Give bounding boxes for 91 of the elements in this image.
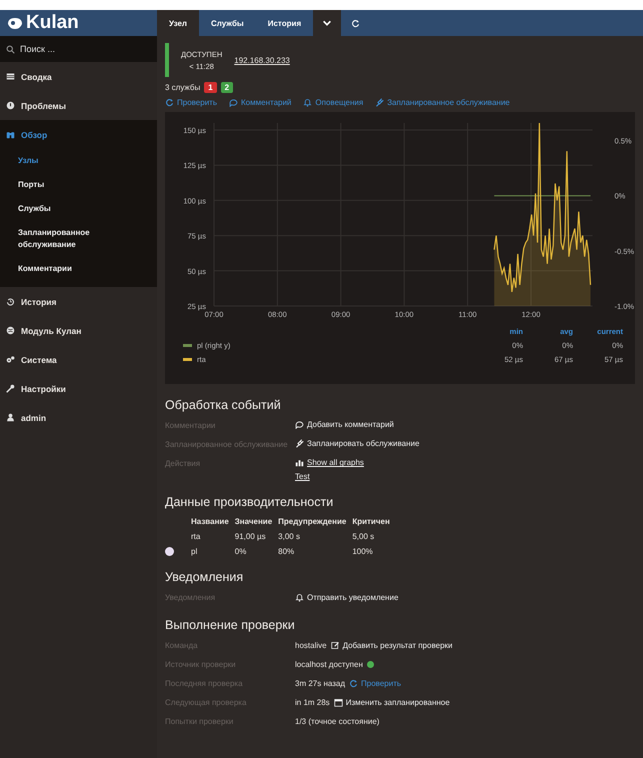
action-link[interactable]: Проверить: [349, 679, 402, 688]
action-link[interactable]: Show all graphs: [295, 458, 364, 468]
action-link[interactable]: Оповещения: [303, 98, 364, 107]
submenu-item[interactable]: Службы: [0, 197, 157, 221]
column-header: Название: [191, 517, 229, 526]
legend-swatch: [183, 344, 192, 347]
table-cell-text: 80%: [278, 547, 296, 556]
history-icon: [6, 297, 15, 306]
sidebar-item[interactable]: Обзор: [0, 120, 157, 149]
comment-icon: [229, 98, 238, 107]
section-title: Уведомления: [165, 570, 244, 584]
sidebar-item[interactable]: admin: [0, 403, 157, 432]
bar-chart-icon: [295, 458, 304, 468]
marker-dot[interactable]: [165, 547, 174, 556]
binoculars-icon: [6, 130, 15, 139]
user-icon: [6, 413, 15, 422]
chevron-icon: [322, 18, 332, 28]
submenu-item[interactable]: Запланированное обслуживание: [0, 221, 157, 257]
comment-icon: [295, 420, 304, 429]
logo-icon: [6, 15, 24, 31]
plug-icon: [295, 439, 304, 448]
globe-icon: [6, 326, 15, 335]
action-link[interactable]: Отправить уведомление: [295, 593, 398, 602]
calendar-icon: [334, 698, 343, 708]
sidebar-item[interactable]: Настройки: [0, 374, 157, 403]
column-header: Значение: [234, 517, 272, 526]
table-cell-text: 91,00 µs: [234, 532, 267, 542]
field-value: localhost доступен: [295, 660, 363, 669]
logo-text: Kulan: [26, 12, 79, 34]
count-badge[interactable]: 1: [204, 82, 217, 93]
grid-icon: [6, 72, 15, 81]
section-title: Выполнение проверки: [165, 618, 296, 632]
plug-icon: [375, 98, 384, 107]
gears-icon: [6, 355, 15, 364]
refresh-icon: [350, 18, 360, 28]
table-cell-text: 0%: [234, 547, 248, 556]
tab[interactable]: Службы: [198, 10, 256, 36]
column-header: Критичен: [352, 517, 390, 526]
sidebar-item[interactable]: История: [0, 287, 157, 316]
field-label: Следующая проверка: [165, 697, 248, 708]
sidebar-item[interactable]: Проблемы: [0, 91, 157, 120]
field-label: Источник проверки: [165, 658, 237, 670]
field-label: Комментарии: [165, 420, 216, 432]
sidebar-item[interactable]: Сводка: [0, 62, 157, 91]
tab[interactable]: Узел: [157, 10, 199, 36]
table-cell-text: 3,00 s: [278, 532, 301, 542]
bell-icon: [303, 98, 312, 107]
tab[interactable]: История: [256, 10, 314, 36]
table-cell-text: pl: [191, 547, 198, 556]
field-label: Запланированное обслуживание: [165, 439, 289, 450]
field-value: hostalive: [295, 640, 327, 650]
table-cell-text: 5,00 s: [352, 532, 376, 542]
action-link[interactable]: Запланированное обслуживание: [375, 98, 510, 107]
submenu-item[interactable]: Порты: [0, 173, 157, 197]
refresh-icon: [349, 679, 358, 688]
action-link[interactable]: Запланировать обслуживание: [295, 439, 420, 448]
action-link[interactable]: Test: [295, 472, 310, 482]
search-icon: [6, 44, 15, 54]
field-label: Команда: [165, 640, 199, 651]
field-label: Действия: [165, 458, 202, 470]
sidebar-item[interactable]: Модуль Кулан: [0, 316, 157, 345]
action-link[interactable]: Добавить результат проверки: [330, 640, 452, 650]
refresh-icon: [165, 98, 174, 107]
search-bar[interactable]: Поиск ...: [0, 36, 157, 62]
action-link[interactable]: Проверить: [165, 98, 218, 107]
host-address[interactable]: 192.168.30.233: [234, 56, 290, 64]
column-header: Предупреждение: [278, 517, 346, 526]
table-cell-text: 100%: [352, 547, 374, 556]
field-label: Попытки проверки: [165, 716, 234, 728]
action-link[interactable]: Комментарий: [229, 98, 292, 107]
submenu-item[interactable]: Комментарии: [0, 257, 157, 281]
action-link[interactable]: Добавить комментарий: [295, 420, 394, 429]
field-label: Уведомления: [165, 592, 216, 604]
alert-icon: [6, 101, 15, 110]
field-value: 1/3 (точное состояние): [295, 717, 380, 726]
field-value: in 1m 28s: [295, 698, 330, 708]
sidebar-item[interactable]: Система: [0, 345, 157, 374]
legend-swatch: [183, 358, 192, 361]
services-label: 3 службы: [165, 83, 200, 92]
bell-icon: [295, 593, 304, 602]
action-link[interactable]: Изменить запланированное: [334, 698, 450, 708]
wrench-icon: [6, 384, 15, 393]
field-label: Последняя проверка: [165, 678, 244, 690]
section-title: Данные производительности: [165, 495, 334, 510]
section-title: Обработка событий: [165, 398, 282, 412]
table-cell-text: rta: [191, 532, 202, 542]
field-value: 3m 27s назад: [295, 679, 346, 688]
edit-icon: [330, 640, 340, 650]
dropdown-tab[interactable]: [313, 10, 342, 36]
submenu-item[interactable]: Узлы: [0, 149, 157, 173]
search-field[interactable]: Поиск ...: [20, 44, 157, 54]
